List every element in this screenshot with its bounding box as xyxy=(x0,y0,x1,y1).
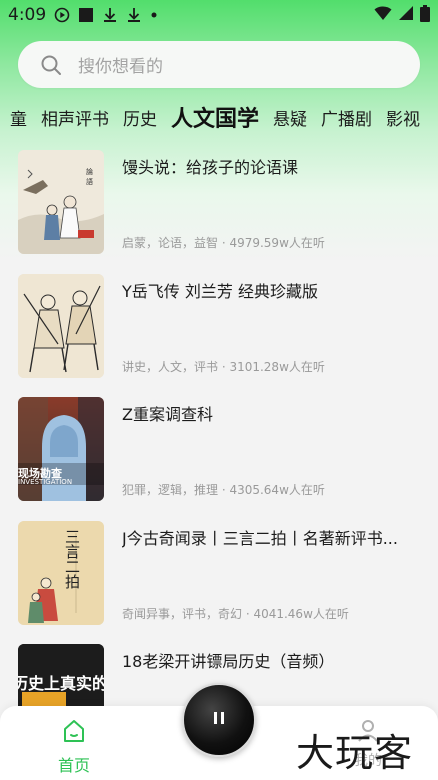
album-list: 論 語 馒头说：给孩子的论语课 启蒙，论语，益智 · 4979.59w人在听 Y… xyxy=(0,148,438,766)
album-meta: 犯罪，逻辑，推理 · 4305.64w人在听 xyxy=(122,483,325,497)
status-bar: 4:09 xyxy=(0,0,438,30)
category-tabs: 童 相声评书 历史 人文国学 悬疑 广播剧 影视 xyxy=(0,96,438,138)
tab-children[interactable]: 童 xyxy=(10,105,27,130)
status-right xyxy=(374,4,430,26)
tab-film[interactable]: 影视 xyxy=(386,105,420,130)
nav-home[interactable]: 首页 xyxy=(44,718,104,776)
home-icon xyxy=(61,720,87,748)
cover-caption-en: INVESTIGATION xyxy=(18,478,73,486)
search-bar[interactable]: 搜你想看的 xyxy=(18,41,420,88)
square-icon xyxy=(78,7,94,23)
battery-icon xyxy=(420,4,430,26)
album-title: 18老梁开讲镖局历史（音频） xyxy=(122,652,335,671)
album-meta: 启蒙，论语，益智 · 4979.59w人在听 xyxy=(122,236,325,250)
dot-icon xyxy=(150,11,158,19)
album-title: Z重案调查科 xyxy=(122,405,213,424)
album-title: J今古奇闻录丨三言二拍丨名著新评书... xyxy=(122,528,398,548)
nav-home-label: 首页 xyxy=(57,756,90,775)
signal-icon xyxy=(398,5,414,25)
album-meta: 讲史，人文，评书 · 3101.28w人在听 xyxy=(122,359,325,374)
album-cover[interactable]: 现场勘查 INVESTIGATION xyxy=(18,397,104,501)
download-icon xyxy=(102,7,118,23)
album-cover[interactable]: 論 語 xyxy=(18,150,104,254)
mini-player[interactable] xyxy=(182,683,256,757)
album-meta: 奇闻异事，评书，奇幻 · 4041.46w人在听 xyxy=(122,606,349,621)
play-circle-icon xyxy=(54,7,70,23)
list-item[interactable]: 三言二拍 J今古奇闻录丨三言二拍丨名著新评书... 奇闻异事，评书，奇幻 · 4… xyxy=(0,519,438,643)
svg-text:論: 論 xyxy=(86,167,93,176)
tab-crosstalk[interactable]: 相声评书 xyxy=(41,105,109,130)
album-title: Y岳飞传 刘兰芳 经典珍藏版 xyxy=(122,281,318,301)
tab-history[interactable]: 历史 xyxy=(123,105,157,130)
tab-humanities[interactable]: 人文国学 xyxy=(171,101,259,133)
tab-suspense[interactable]: 悬疑 xyxy=(273,105,307,130)
status-time: 4:09 xyxy=(8,5,47,25)
list-item[interactable]: 論 語 馒头说：给孩子的论语课 启蒙，论语，益智 · 4979.59w人在听 xyxy=(0,148,438,272)
list-item[interactable]: 现场勘查 INVESTIGATION Z重案调查科 犯罪，逻辑，推理 · 430… xyxy=(0,395,438,519)
album-cover[interactable]: 三言二拍 xyxy=(18,520,104,625)
search-icon xyxy=(40,54,62,76)
list-item[interactable]: Y岳飞传 刘兰芳 经典珍藏版 讲史，人文，评书 · 3101.28w人在听 xyxy=(0,272,438,396)
tab-humanities-label: 人文国学 xyxy=(171,107,260,132)
download-icon xyxy=(126,7,142,23)
watermark: 大玩客 xyxy=(296,731,414,775)
search-placeholder: 搜你想看的 xyxy=(78,57,163,77)
pause-icon[interactable] xyxy=(210,709,228,731)
album-title: 馒头说：给孩子的论语课 xyxy=(122,158,299,177)
wifi-icon xyxy=(374,5,392,25)
album-cover[interactable] xyxy=(18,273,104,378)
cover-caption: 历史上真实的 xyxy=(18,674,104,693)
svg-text:語: 語 xyxy=(86,177,93,186)
cover-title-vertical: 三言二拍 xyxy=(63,528,81,589)
tab-radio-drama[interactable]: 广播剧 xyxy=(321,105,372,130)
